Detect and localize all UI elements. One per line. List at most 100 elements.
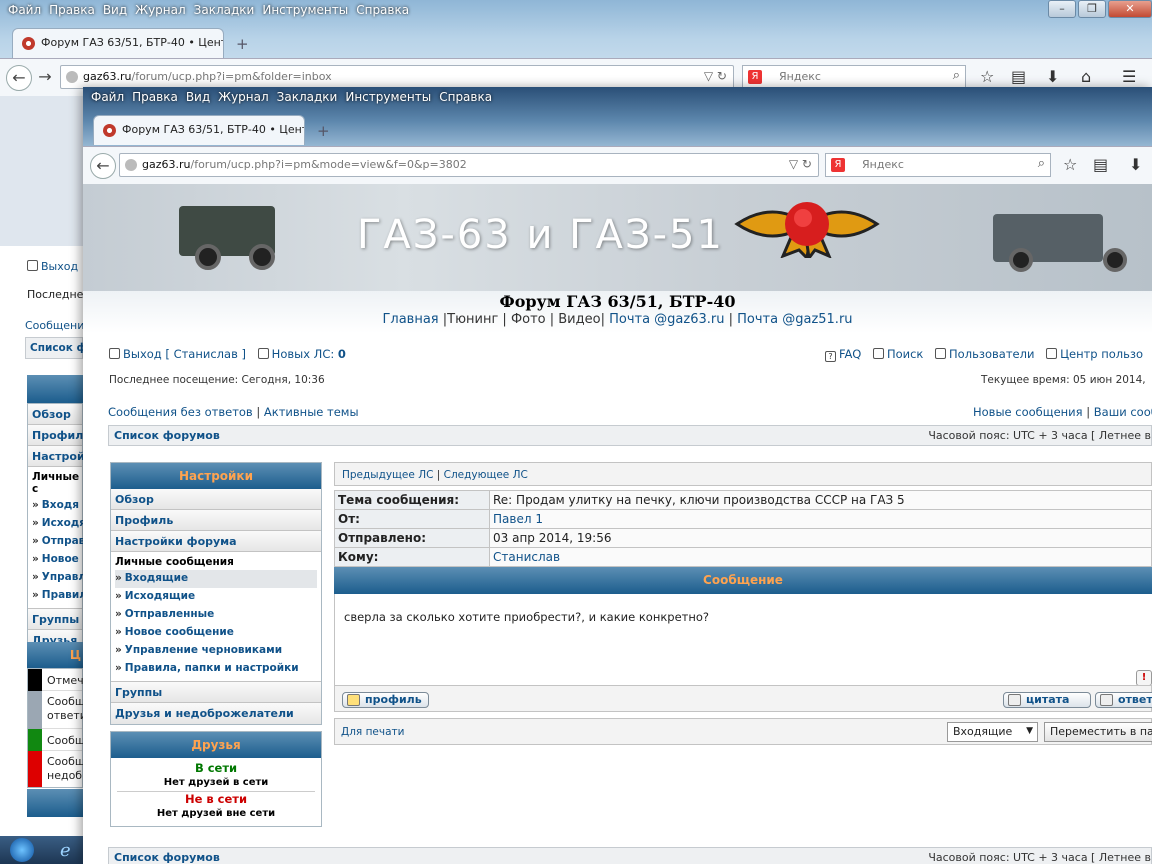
back-browser-chrome: Файл Правка Вид Журнал Закладки Инструме… — [0, 0, 1152, 96]
pm-sent[interactable]: Отправленные — [115, 606, 321, 624]
url-bar[interactable]: gaz63.ru/forum/ucp.php?i=pm&mode=view&f=… — [119, 153, 819, 177]
back-url-bar[interactable]: gaz63.ru/forum/ucp.php?i=pm&folder=inbox… — [60, 65, 734, 89]
download-icon[interactable]: ⬇ — [1046, 67, 1059, 86]
back-forum-list[interactable]: Список ф — [30, 342, 87, 354]
reply-button[interactable]: ответ — [1095, 692, 1152, 708]
new-tab-plus-icon[interactable]: + — [317, 122, 330, 140]
link-mail-gaz63[interactable]: Почта @gaz63.ru — [609, 312, 724, 327]
back-menu-view[interactable]: Вид — [99, 0, 131, 22]
menu-bookmarks[interactable]: Закладки — [273, 87, 342, 109]
back-messages-link[interactable]: Сообщени — [25, 319, 84, 332]
sidebar-item-overview[interactable]: Обзор — [111, 489, 321, 510]
back-arrow-icon[interactable]: ← — [90, 153, 116, 179]
pm-inbox[interactable]: Входящие — [115, 570, 317, 588]
chevron-down-icon: ▼ — [1026, 726, 1033, 736]
from-value-link[interactable]: Павел 1 — [489, 509, 1152, 529]
your-posts-link[interactable]: Ваши сооб — [1094, 405, 1152, 419]
maximize-button[interactable]: ❐ — [1078, 0, 1106, 18]
sidebar-item-groups[interactable]: Группы — [111, 682, 321, 703]
sidebar-item-forum-settings[interactable]: Настройки форума — [111, 531, 321, 552]
profile-button[interactable]: профиль — [342, 692, 429, 708]
back-tab[interactable]: Форум ГАЗ 63/51, БТР-40 • Цент... — [12, 28, 224, 58]
back-search-field[interactable]: Я Яндекс ⌕ — [742, 65, 966, 89]
back-menu-help[interactable]: Справка — [352, 0, 413, 22]
to-value-link[interactable]: Станислав — [489, 547, 1152, 567]
folder-select[interactable]: Входящие ▼ — [947, 722, 1038, 742]
forward-arrow-icon[interactable]: → — [32, 65, 58, 91]
prev-next-sep: | — [433, 469, 444, 481]
faq-link[interactable]: ? FAQ — [825, 347, 861, 362]
back-menu-file[interactable]: Файл — [4, 0, 45, 22]
internet-explorer-icon[interactable]: e — [60, 840, 71, 861]
search-link[interactable]: Поиск — [872, 347, 923, 361]
bottom-forum-list-link[interactable]: Список форумов — [114, 851, 220, 864]
menu-icon[interactable]: ☰ — [1122, 67, 1136, 86]
back-arrow-icon[interactable]: ← — [6, 65, 32, 91]
download-icon[interactable]: ⬇ — [1129, 155, 1142, 174]
back-pm-outbox[interactable]: Исходя — [32, 515, 86, 533]
pm-outbox[interactable]: Исходящие — [115, 588, 321, 606]
bookmark-star-icon[interactable]: ☆ — [980, 67, 994, 86]
st-george-ribbon-icon — [734, 202, 880, 258]
back-pm-rules[interactable]: Правил — [32, 587, 87, 605]
menu-edit[interactable]: Правка — [128, 87, 182, 109]
back-pm-drafts[interactable]: Управл — [32, 569, 86, 587]
reload-icon[interactable]: ▽ ↻ — [789, 157, 812, 171]
link-main[interactable]: Главная — [382, 312, 438, 327]
search-field[interactable]: Я Яндекс ⌕ — [825, 153, 1051, 177]
active-tab[interactable]: Форум ГАЗ 63/51, БТР-40 • Цент... — [93, 115, 305, 145]
close-button[interactable]: ✕ — [1108, 0, 1152, 18]
menu-history[interactable]: Журнал — [214, 87, 273, 109]
pm-drafts[interactable]: Управление черновиками — [115, 642, 321, 660]
back-pm-new[interactable]: Новое — [32, 551, 82, 569]
menu-help[interactable]: Справка — [435, 87, 496, 109]
prev-pm-link[interactable]: Предыдущее ЛС — [342, 469, 433, 481]
active-topics-link[interactable]: Активные темы — [264, 405, 359, 419]
menu-tools[interactable]: Инструменты — [341, 87, 435, 109]
back-pm-inbox[interactable]: Входя — [32, 497, 82, 515]
sidebar-item-profile[interactable]: Профиль — [111, 510, 321, 531]
move-to-folder-button[interactable]: Переместить в па — [1044, 722, 1152, 742]
members-link[interactable]: Пользователи — [935, 347, 1034, 361]
reload-icon[interactable]: ▽ ↻ — [704, 69, 727, 83]
pm-new[interactable]: Новое сообщение — [115, 624, 321, 642]
link-mail-gaz51[interactable]: Почта @gaz51.ru — [737, 312, 852, 327]
back-sidebar-profile[interactable]: Профиль — [28, 425, 90, 446]
next-pm-link[interactable]: Следующее ЛС — [444, 469, 528, 481]
back-menu-history[interactable]: Журнал — [131, 0, 190, 22]
front-navbar: ← gaz63.ru/forum/ucp.php?i=pm&mode=view&… — [83, 146, 1152, 184]
back-sidebar-settings[interactable]: Настрой — [28, 446, 85, 467]
search-icon[interactable]: ⌕ — [953, 68, 960, 83]
pm-rules[interactable]: Правила, папки и настройки — [115, 660, 321, 678]
menu-file[interactable]: Файл — [87, 87, 128, 109]
back-sidebar-groups[interactable]: Группы — [28, 609, 82, 630]
back-menu-edit[interactable]: Правка — [45, 0, 99, 22]
back-pm-sent[interactable]: Отправ — [32, 533, 86, 551]
pm-head: Личные сообщения — [115, 556, 234, 568]
minimize-button[interactable]: – — [1048, 0, 1076, 18]
sidebar-item-friends-foes[interactable]: Друзья и недоброжелатели — [111, 703, 321, 724]
back-panel-head — [27, 375, 83, 403]
unanswered-link[interactable]: Сообщения без ответов — [108, 405, 253, 419]
quote-button[interactable]: цитата — [1003, 692, 1091, 708]
new-tab-plus-icon[interactable]: + — [236, 35, 249, 53]
exit-link[interactable]: Выход [ Станислав ] — [109, 347, 246, 361]
report-icon[interactable]: ! — [1136, 670, 1152, 686]
back-menu-bookmarks[interactable]: Закладки — [190, 0, 259, 22]
visit-row: Последнее посещение: Сегодня, 10:36 Теку… — [109, 374, 1152, 392]
back-exit-link[interactable]: Выход — [27, 260, 78, 273]
search-icon[interactable]: ⌕ — [1038, 156, 1045, 171]
new-pm-link[interactable]: Новых ЛС: 0 — [257, 347, 346, 361]
ucp-link[interactable]: Центр пользо — [1046, 347, 1143, 361]
new-posts-link[interactable]: Новые сообщения — [973, 405, 1083, 419]
back-menu-tools[interactable]: Инструменты — [258, 0, 352, 22]
bookmark-star-icon[interactable]: ☆ — [1063, 155, 1077, 174]
bookmarks-list-icon[interactable]: ▤ — [1011, 67, 1026, 86]
windows-start-icon[interactable] — [10, 838, 34, 862]
print-link[interactable]: Для печати — [341, 726, 404, 738]
back-sidebar-overview[interactable]: Обзор — [28, 404, 82, 425]
home-icon[interactable]: ⌂ — [1081, 67, 1091, 86]
menu-view[interactable]: Вид — [182, 87, 214, 109]
bookmarks-list-icon[interactable]: ▤ — [1093, 155, 1108, 174]
forum-list-link[interactable]: Список форумов — [114, 429, 220, 442]
